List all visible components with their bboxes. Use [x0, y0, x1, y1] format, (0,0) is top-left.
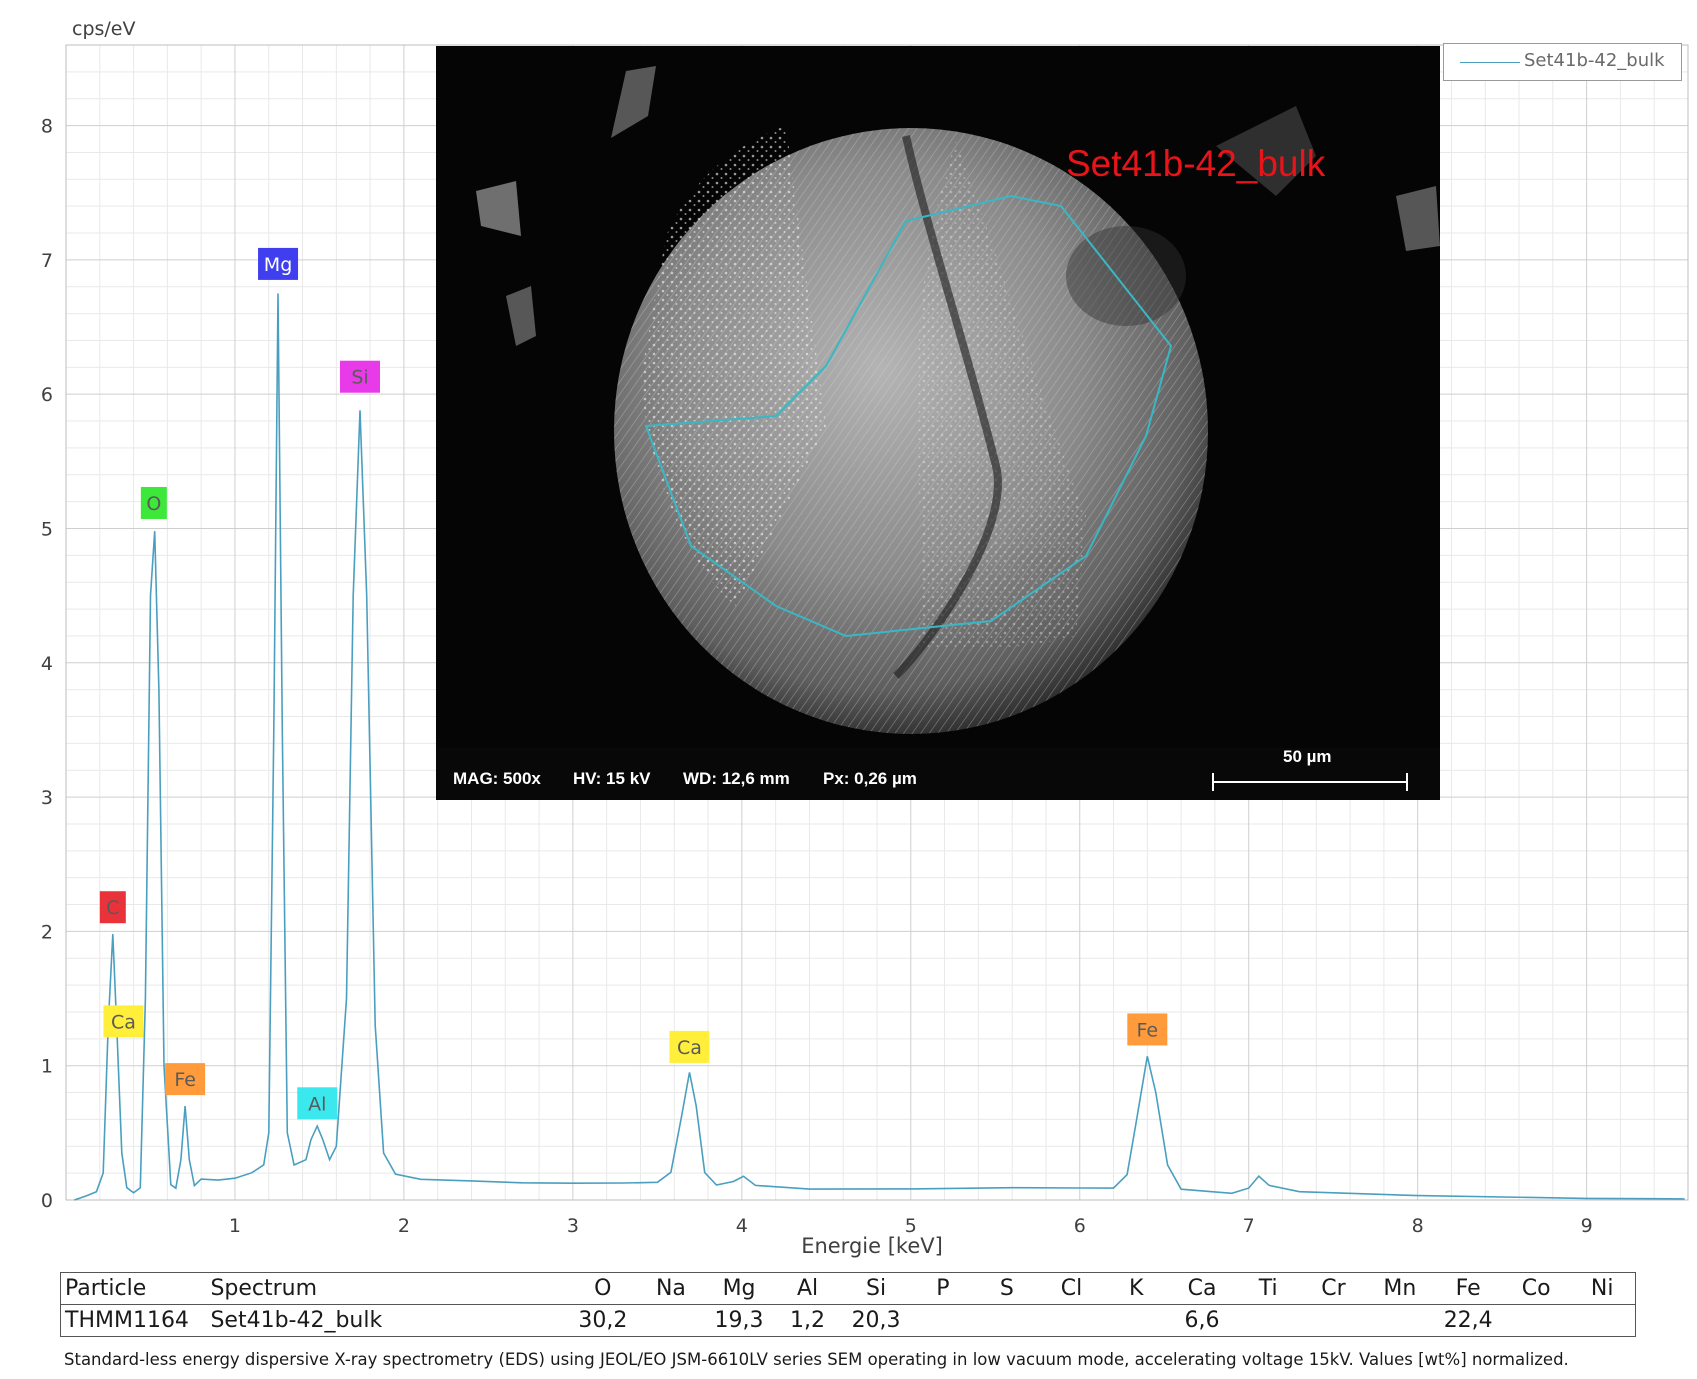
- peak-label-fe: Fe: [165, 1063, 206, 1096]
- table-cell: 1,2: [773, 1304, 842, 1337]
- table-cell: [1569, 1304, 1637, 1337]
- legend: Set41b-42_bulk: [1443, 43, 1682, 81]
- y-tick-label: 1: [41, 1056, 53, 1078]
- sem-working-distance: WD: 12,6 mm: [683, 769, 790, 788]
- sem-region-label: Set41b-42_bulk: [1066, 143, 1326, 184]
- table-cell: 30,2: [568, 1304, 638, 1337]
- peak-label-text: Mg: [264, 254, 292, 276]
- peak-label-text: Fe: [174, 1069, 196, 1091]
- sem-voltage: HV: 15 kV: [573, 769, 651, 788]
- table-header-cell: K: [1104, 1272, 1169, 1305]
- y-tick-label: 0: [41, 1190, 53, 1212]
- x-tick-label: 1: [229, 1215, 241, 1237]
- table-cell: [1235, 1304, 1301, 1337]
- y-tick-label: 7: [41, 250, 53, 272]
- peak-label-ca: Ca: [103, 1005, 144, 1038]
- table-header-cell: Cr: [1300, 1272, 1367, 1305]
- x-tick-label: 6: [1074, 1215, 1086, 1237]
- table-row: THMM1164 Set41b-42_bulk 30,2 19,3 1,2 20,3 6,6…: [60, 1304, 1637, 1337]
- x-tick-label: 4: [736, 1215, 748, 1237]
- y-tick-label: 2: [41, 921, 53, 943]
- table-header-cell: Si: [841, 1272, 911, 1305]
- peak-label-al: Al: [297, 1087, 338, 1120]
- peak-label-text: Si: [351, 367, 368, 389]
- table-cell: 22,4: [1433, 1304, 1503, 1337]
- peak-label-text: O: [146, 493, 161, 515]
- table-cell: THMM1164: [60, 1304, 207, 1337]
- table-cell: [974, 1304, 1039, 1337]
- footnote: Standard-less energy dispersive X-ray sp…: [64, 1350, 1569, 1369]
- y-tick-label: 5: [41, 518, 53, 540]
- composition-table: Particle Spectrum O Na Mg Al Si P S Cl K Ca Ti Cr Mn Fe…: [60, 1272, 1637, 1337]
- x-tick-label: 3: [567, 1215, 579, 1237]
- peak-label-fe: Fe: [1127, 1013, 1168, 1046]
- peak-label-text: Ca: [677, 1037, 702, 1059]
- table-cell: [1366, 1304, 1434, 1337]
- table-header-cell: Mg: [704, 1272, 774, 1305]
- table-header-cell: Al: [773, 1272, 842, 1305]
- y-tick-label: 3: [41, 787, 53, 809]
- y-axis: 0 1 2 3 4 5 6 7 8: [41, 116, 53, 1212]
- x-tick-label: 7: [1243, 1215, 1255, 1237]
- table-cell: 19,3: [704, 1304, 774, 1337]
- legend-swatch: [1460, 62, 1520, 63]
- table-header-cell: Spectrum: [206, 1272, 569, 1305]
- scale-bar: [1212, 773, 1408, 791]
- peak-label-text: Fe: [1137, 1019, 1159, 1041]
- x-axis-label: Energie [keV]: [801, 1234, 943, 1258]
- table-cell: [1300, 1304, 1367, 1337]
- table-cell: 20,3: [841, 1304, 911, 1337]
- table-cell: [910, 1304, 975, 1337]
- table-header-cell: P: [910, 1272, 975, 1305]
- table-cell: 6,6: [1168, 1304, 1236, 1337]
- table-header-cell: O: [568, 1272, 638, 1305]
- peak-label-text: Al: [308, 1093, 326, 1115]
- y-tick-label: 4: [41, 653, 53, 675]
- legend-series-name: Set41b-42_bulk: [1524, 50, 1665, 71]
- peak-label-si: Si: [339, 360, 380, 393]
- peak-label-o: O: [140, 486, 167, 519]
- table-header-cell: Particle: [60, 1272, 207, 1305]
- table-header-cell: Cl: [1038, 1272, 1105, 1305]
- table-cell: [1038, 1304, 1105, 1337]
- table-header-cell: Fe: [1433, 1272, 1503, 1305]
- y-axis-label: cps/eV: [72, 18, 136, 40]
- x-tick-label: 2: [398, 1215, 410, 1237]
- sem-pixel-size: Px: 0,26 µm: [823, 769, 917, 788]
- peak-label-ca: Ca: [669, 1030, 710, 1063]
- table-header-cell: Co: [1502, 1272, 1570, 1305]
- sem-micrograph: Set41b-42_bulk MAG: 500x HV: 15 kV WD: 1…: [436, 46, 1440, 800]
- table-header-cell: Ni: [1569, 1272, 1637, 1305]
- table-header-cell: Mn: [1366, 1272, 1434, 1305]
- table-cell: [1104, 1304, 1169, 1337]
- table-header-row: Particle Spectrum O Na Mg Al Si P S Cl K Ca Ti Cr Mn Fe…: [60, 1272, 1637, 1305]
- table-header-cell: Ti: [1235, 1272, 1301, 1305]
- table-cell: [1502, 1304, 1570, 1337]
- table-header-cell: S: [974, 1272, 1039, 1305]
- peak-label-c: C: [99, 891, 126, 924]
- table-header-cell: Na: [637, 1272, 705, 1305]
- x-tick-label: 9: [1581, 1215, 1593, 1237]
- table-cell: Set41b-42_bulk: [206, 1304, 569, 1337]
- table-cell: [637, 1304, 705, 1337]
- x-tick-label: 8: [1412, 1215, 1424, 1237]
- scale-bar-label: 50 µm: [1283, 747, 1332, 766]
- sem-magnification: MAG: 500x: [453, 769, 541, 788]
- peak-label-mg: Mg: [258, 247, 299, 280]
- table-header-cell: Ca: [1168, 1272, 1236, 1305]
- peak-label-text: Ca: [111, 1011, 136, 1033]
- y-tick-label: 6: [41, 384, 53, 406]
- peak-label-text: C: [106, 897, 119, 919]
- y-tick-label: 8: [41, 116, 53, 138]
